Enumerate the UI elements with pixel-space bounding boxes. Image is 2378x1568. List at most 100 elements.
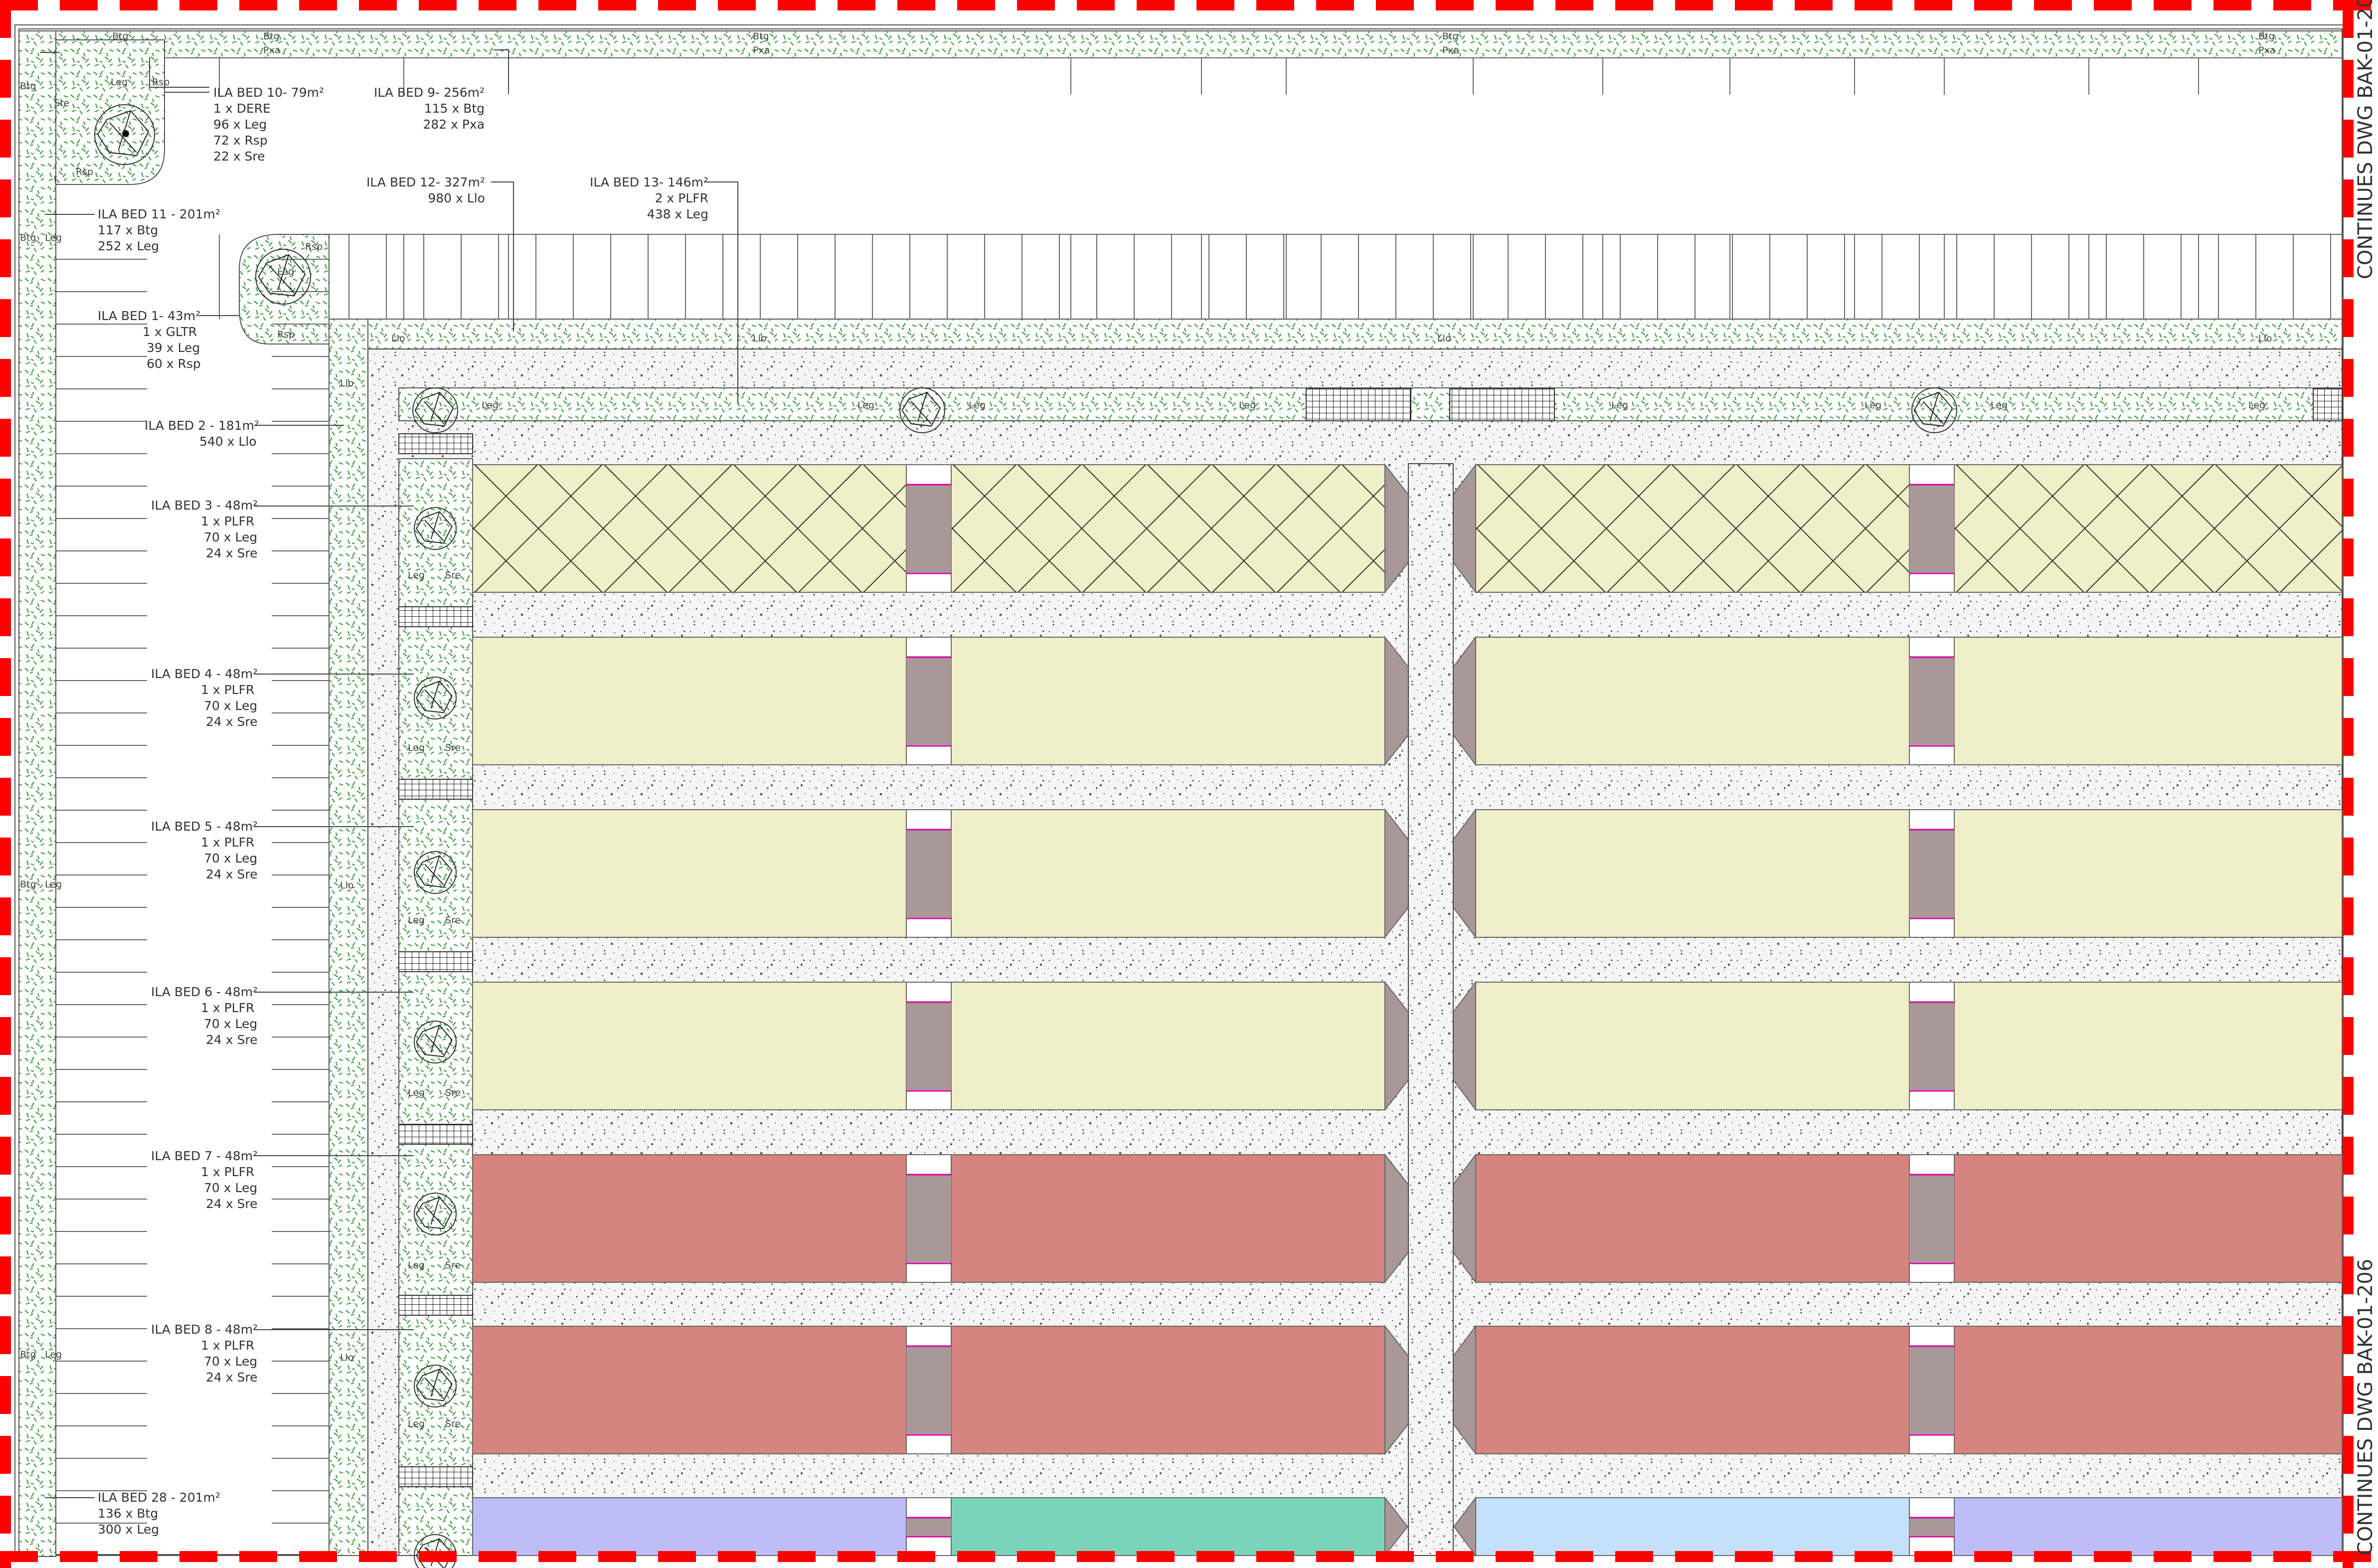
bed-3-label: ILA BED 3 - 48m² 1 x PLFR 70 x Leg 24 x …	[151, 498, 258, 561]
connector-strip	[906, 830, 951, 917]
bed-28-title: ILA BED 28 - 201m²	[98, 1490, 220, 1505]
bed-4-row: 24 x Sre	[206, 714, 258, 729]
bed-7-row: 70 x Leg	[204, 1181, 258, 1195]
bed-3-title: ILA BED 3 - 48m²	[151, 498, 258, 513]
bed-10-title: ILA BED 10- 79m²	[213, 85, 325, 100]
plant-code-btg: Btg	[263, 31, 280, 42]
bed-5-label: ILA BED 5 - 48m² 1 x PLFR 70 x Leg 24 x …	[151, 819, 258, 882]
parking-bay-lines-top	[219, 58, 2331, 319]
bed-10-row: 72 x Rsp	[213, 133, 268, 148]
plant-code-leg: Leg	[408, 1260, 425, 1271]
plant-code-llo: Llo	[340, 378, 354, 389]
red-bed-row-5-c	[1475, 1154, 1910, 1283]
bed-13-row: 2 x PLFR	[655, 191, 708, 205]
plant-code-llo: Llo	[340, 880, 354, 891]
connector-strip	[1909, 1175, 1954, 1262]
bed-3-row: 24 x Sre	[206, 546, 258, 560]
bed-5-row: 70 x Leg	[204, 851, 258, 866]
bed-12-label: ILA BED 12- 327m² 980 x Llo	[366, 174, 485, 206]
bed-3-row: 70 x Leg	[204, 530, 258, 544]
plant-code-leg: Leg	[408, 1418, 425, 1429]
red-bed-row-6-d	[1954, 1326, 2343, 1454]
connector-strip	[906, 485, 951, 572]
bed-1-row: 60 x Rsp	[147, 356, 201, 371]
connector-strip	[1909, 657, 1954, 745]
yellow-bed-row-4-b	[951, 982, 1385, 1110]
bed-4-title: ILA BED 4 - 48m²	[151, 667, 258, 681]
bed-10-row: 1 x DERE	[213, 101, 271, 116]
plant-code-pxa: Pxa	[2258, 45, 2276, 56]
plant-code-rsp: Rsp	[305, 241, 323, 252]
paving-gravel-vertical	[1408, 463, 1454, 1556]
connector-strip	[1909, 1002, 1954, 1090]
bed-3-row: 1 x PLFR	[201, 514, 255, 528]
landscape-plan-drawing	[0, 0, 2378, 1568]
bed-13-title: ILA BED 13- 146m²	[590, 175, 708, 189]
bed-9-row: 282 x Pxa	[423, 117, 485, 132]
yellow-bed-row-4-d	[1954, 982, 2343, 1110]
plant-code-btg: Btg	[20, 232, 36, 243]
plant-code-leg: Leg	[111, 77, 128, 88]
bed-4-label: ILA BED 4 - 48m² 1 x PLFR 70 x Leg 24 x …	[151, 666, 258, 730]
yellow-bed-row-1-c	[1475, 464, 1910, 593]
plant-code-llo: Llo	[753, 333, 767, 344]
continuation-note-top: CONTINUES DWG BAK-01-206	[2354, 0, 2377, 279]
red-bed-row-5-a	[472, 1154, 907, 1283]
bed-2-label: ILA BED 2 - 181m² 540 x Llo	[145, 418, 259, 450]
bed-5-row: 24 x Sre	[206, 867, 258, 881]
purple-bed-row-7-d	[1954, 1497, 2343, 1556]
bed-5-title: ILA BED 5 - 48m²	[151, 819, 258, 834]
plant-code-leg: Leg	[1239, 400, 1256, 411]
bed-28-label: ILA BED 28 - 201m² 136 x Btg 300 x Leg	[98, 1490, 220, 1538]
bed-6-label: ILA BED 6 - 48m² 1 x PLFR 70 x Leg 24 x …	[151, 984, 258, 1048]
yellow-bed-row-2-c	[1475, 637, 1910, 765]
plant-code-llo: Llo	[340, 1352, 354, 1363]
plant-code-leg: Leg	[857, 400, 875, 411]
red-bed-row-5-d	[1954, 1154, 2343, 1283]
yellow-bed-row-2-d	[1954, 637, 2343, 765]
plant-code-leg: Leg	[45, 879, 62, 890]
bed-11-title: ILA BED 11 - 201m²	[98, 207, 220, 221]
parking-bays-top	[165, 57, 2342, 235]
plant-code-leg: Leg	[408, 915, 425, 926]
tree-trunk	[122, 130, 129, 137]
bed-9-label: ILA BED 9- 256m² 115 x Btg 282 x Pxa	[374, 85, 485, 133]
bed-11-row: 252 x Leg	[98, 239, 160, 253]
bed-10-row: 22 x Sre	[213, 149, 265, 164]
bed-10-label: ILA BED 10- 79m² 1 x DERE 96 x Leg 72 x …	[213, 85, 324, 165]
planting-strip-top	[18, 30, 2343, 58]
plant-code-leg: Leg	[45, 232, 62, 243]
purple-bed-row-7-a	[472, 1497, 907, 1556]
connector-strip	[906, 1002, 951, 1090]
connector-strip	[1909, 830, 1954, 917]
plant-code-leg: Leg	[1991, 400, 2008, 411]
bed-10-corner	[55, 39, 165, 185]
bed-9-row: 115 x Btg	[424, 101, 485, 116]
connector-strip	[906, 1175, 951, 1262]
plant-code-leg: Leg	[408, 1087, 425, 1098]
plant-code-btg: Btg	[20, 1349, 36, 1360]
yellow-bed-row-3-c	[1475, 809, 1910, 938]
bed-9-title: ILA BED 9- 256m²	[374, 85, 485, 100]
bed-1-row: 39 x Leg	[147, 341, 200, 355]
plant-code-leg: Leg	[45, 1349, 62, 1360]
bed-8-title: ILA BED 8 - 48m²	[151, 1322, 258, 1337]
bed-8-row: 70 x Leg	[204, 1354, 258, 1369]
bed-5-row: 1 x PLFR	[201, 835, 255, 850]
bed-13-row: 438 x Leg	[647, 207, 708, 221]
bed-6-title: ILA BED 6 - 48m²	[151, 985, 258, 999]
connector-strip	[1909, 485, 1954, 572]
plant-code-pxa: Pxa	[753, 45, 770, 56]
bed-12-row: 980 x Llo	[428, 191, 485, 205]
bed-7-label: ILA BED 7 - 48m² 1 x PLFR 70 x Leg 24 x …	[151, 1148, 258, 1212]
plant-code-sre: Sre	[54, 98, 70, 109]
bed-6-row: 24 x Sre	[206, 1033, 258, 1047]
bed-28-row: 136 x Btg	[98, 1506, 159, 1521]
bed-1-row: 1 x GLTR	[143, 325, 197, 339]
yellow-bed-row-2-b	[951, 637, 1385, 765]
bed-1-label: ILA BED 1- 43m² 1 x GLTR 39 x Leg 60 x R…	[98, 308, 201, 372]
connector-strip	[906, 1346, 951, 1434]
plant-code-llo: Llo	[391, 333, 405, 344]
bed-8-row: 1 x PLFR	[201, 1338, 255, 1353]
red-bed-row-6-a	[472, 1326, 907, 1454]
